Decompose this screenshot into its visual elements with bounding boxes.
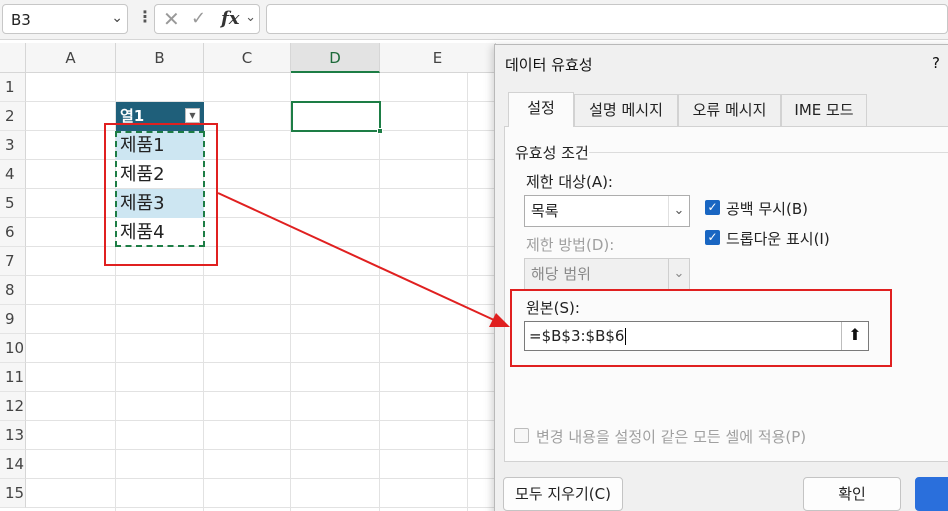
apply-all-label[interactable]: 변경 내용을 설정이 같은 모든 셀에 적용(P) — [536, 426, 806, 447]
chevron-down-icon[interactable]: ⌄ — [111, 10, 123, 26]
tab-ime-mode[interactable]: IME 모드 — [781, 94, 867, 127]
data-select: 해당 범위 ⌄ — [524, 258, 690, 290]
in-cell-dropdown-label[interactable]: 드롭다운 표시(I) — [726, 228, 830, 249]
gridline — [26, 449, 496, 450]
ignore-blank-label[interactable]: 공백 무시(B) — [726, 198, 808, 219]
tab-error-alert[interactable]: 오류 메시지 — [678, 94, 781, 127]
column-header-b[interactable]: B — [116, 43, 204, 73]
help-icon[interactable]: ? — [932, 54, 940, 72]
row-header-11[interactable]: 11 — [0, 363, 26, 392]
check-icon[interactable]: ✓ — [191, 8, 206, 29]
more-options-icon[interactable]: ⋮ — [137, 7, 153, 26]
data-label: 제한 방법(D): — [526, 236, 615, 254]
row-header-9[interactable]: 9 — [0, 305, 26, 334]
row-header-4[interactable]: 4 — [0, 160, 26, 189]
fill-handle[interactable] — [377, 128, 383, 134]
gridline — [379, 73, 380, 511]
gridline — [26, 159, 496, 160]
filter-dropdown-icon[interactable]: ▼ — [185, 108, 200, 123]
data-value: 해당 범위 — [531, 265, 591, 283]
insert-function-icon[interactable]: fx — [221, 8, 239, 29]
allow-value: 목록 — [531, 202, 559, 220]
name-box[interactable]: B3 ⌄ — [2, 4, 128, 34]
allow-label: 제한 대상(A): — [526, 173, 613, 191]
gridline — [26, 217, 496, 218]
row-header-5[interactable]: 5 — [0, 189, 26, 218]
chevron-down-icon: ⌄ — [668, 259, 689, 289]
allow-select[interactable]: 목록 ⌄ — [524, 195, 690, 227]
column-header-a[interactable]: A — [26, 43, 116, 73]
clear-all-button[interactable]: 모두 지우기(C) — [503, 477, 623, 511]
column-header-e[interactable]: E — [380, 43, 496, 73]
tab-input-message[interactable]: 설명 메시지 — [574, 94, 678, 127]
gridline — [26, 391, 496, 392]
gridline — [26, 507, 496, 508]
gridline — [26, 478, 496, 479]
column-header-d[interactable]: D — [291, 43, 380, 73]
highlight-source-range — [104, 123, 218, 266]
tab-settings[interactable]: 설정 — [508, 92, 574, 127]
highlight-source-field — [510, 289, 892, 367]
gridline — [26, 275, 496, 276]
ignore-blank-checkbox[interactable]: ✓ — [705, 200, 720, 215]
row-header-12[interactable]: 12 — [0, 392, 26, 421]
cancel-icon[interactable]: ✕ — [163, 7, 180, 31]
row-header-1[interactable]: 1 — [0, 73, 26, 102]
formula-buttons: ✕ ✓ fx ⌄ — [154, 4, 260, 34]
data-validation-dialog: 데이터 유효성 ? 설정 설명 메시지 오류 메시지 IME 모드 유효성 조건… — [494, 44, 948, 511]
chevron-down-icon[interactable]: ⌄ — [668, 196, 689, 226]
formula-input[interactable] — [266, 4, 948, 34]
select-all-corner[interactable] — [0, 43, 26, 73]
dialog-title: 데이터 유효성 — [505, 56, 593, 74]
gridline — [26, 362, 496, 363]
gridline — [26, 101, 496, 102]
ok-button[interactable]: 확인 — [803, 477, 901, 511]
row-header-13[interactable]: 13 — [0, 421, 26, 450]
in-cell-dropdown-checkbox[interactable]: ✓ — [705, 230, 720, 245]
active-cell-d2[interactable] — [291, 101, 383, 134]
row-header-2[interactable]: 2 — [0, 102, 26, 131]
group-divider — [589, 152, 948, 153]
formula-bar: B3 ⌄ ⋮ ✕ ✓ fx ⌄ — [0, 0, 948, 40]
apply-all-checkbox[interactable] — [514, 428, 529, 443]
cancel-button[interactable] — [915, 477, 948, 511]
row-header-14[interactable]: 14 — [0, 450, 26, 479]
gridline — [290, 73, 291, 511]
name-box-value: B3 — [11, 11, 31, 29]
gridline — [467, 73, 468, 511]
gridline — [26, 333, 496, 334]
row-header-6[interactable]: 6 — [0, 218, 26, 247]
arrow-line — [217, 192, 495, 321]
row-header-10[interactable]: 10 — [0, 334, 26, 363]
gridline — [26, 130, 496, 131]
row-header-3[interactable]: 3 — [0, 131, 26, 160]
row-header-8[interactable]: 8 — [0, 276, 26, 305]
chevron-down-icon[interactable]: ⌄ — [245, 10, 256, 25]
row-header-15[interactable]: 15 — [0, 479, 26, 508]
gridline — [26, 246, 496, 247]
gridline — [26, 420, 496, 421]
row-header-7[interactable]: 7 — [0, 247, 26, 276]
gridline — [26, 188, 496, 189]
column-header-c[interactable]: C — [204, 43, 291, 73]
validation-criteria-label: 유효성 조건 — [515, 144, 589, 162]
gridline — [26, 304, 496, 305]
